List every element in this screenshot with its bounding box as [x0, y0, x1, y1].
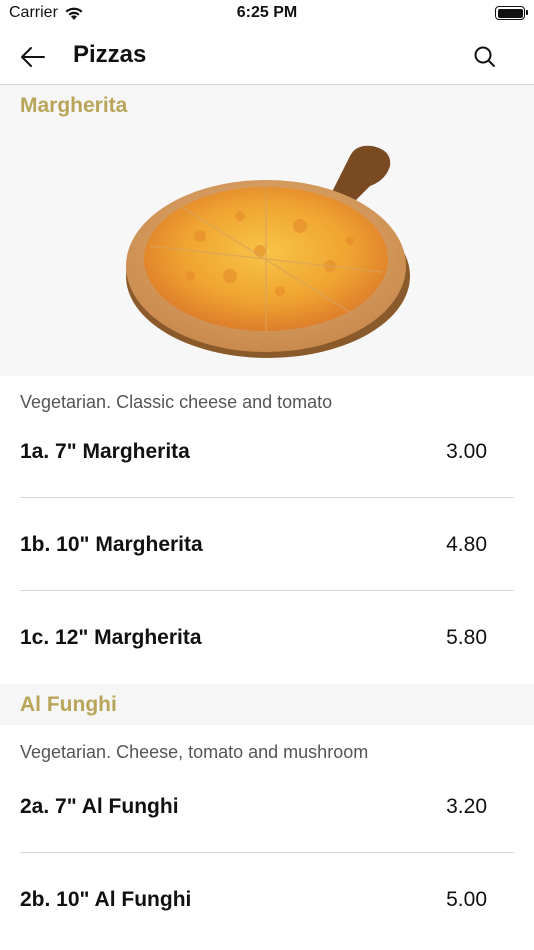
menu-item-1a[interactable]: 1a. 7" Margherita 3.00 — [0, 413, 534, 498]
section-description: Vegetarian. Cheese, tomato and mushroom — [0, 725, 534, 763]
item-name: 1a. 7" Margherita — [20, 440, 190, 463]
back-arrow-icon — [21, 47, 45, 67]
menu-item-2a[interactable]: 2a. 7" Al Funghi 3.20 — [0, 763, 534, 853]
section-header-al-funghi: Al Funghi — [0, 684, 534, 725]
description-text: Vegetarian. Cheese, tomato and mushroom — [20, 742, 369, 762]
section-header-margherita: Margherita — [0, 85, 534, 126]
item-name: 2b. 10" Al Funghi — [20, 888, 192, 911]
item-name: 1b. 10" Margherita — [20, 533, 203, 556]
status-time: 6:25 PM — [236, 4, 298, 21]
item-price: 4.80 — [446, 533, 487, 556]
item-price: 3.00 — [446, 440, 487, 463]
section-description: Vegetarian. Classic cheese and tomato — [0, 376, 534, 413]
pizza-image — [0, 126, 534, 376]
back-button[interactable] — [18, 42, 48, 72]
item-name: 1c. 12" Margherita — [20, 626, 202, 649]
item-name: 2a. 7" Al Funghi — [20, 795, 179, 818]
search-button[interactable] — [470, 42, 500, 72]
description-text: Vegetarian. Classic cheese and tomato — [20, 392, 333, 412]
menu-item-1c[interactable]: 1c. 12" Margherita 5.80 — [0, 591, 534, 684]
nav-bar: Pizzas — [0, 30, 534, 85]
menu-item-2b[interactable]: 2b. 10" Al Funghi 5.00 — [0, 853, 534, 946]
battery-icon — [495, 6, 528, 20]
section-title: Al Funghi — [20, 692, 117, 716]
item-price: 3.20 — [446, 795, 487, 818]
item-price: 5.00 — [446, 888, 487, 911]
menu-item-1b[interactable]: 1b. 10" Margherita 4.80 — [0, 498, 534, 591]
menu-list: Margherita Vegetarian. Classic cheese an… — [0, 85, 534, 946]
section-title: Margherita — [20, 93, 128, 117]
search-icon — [474, 46, 495, 67]
status-bar: Carrier 6:25 PM — [0, 0, 534, 30]
item-price: 5.80 — [446, 626, 487, 649]
pizza-illustration — [126, 145, 410, 358]
page-title: Pizzas — [73, 41, 147, 68]
